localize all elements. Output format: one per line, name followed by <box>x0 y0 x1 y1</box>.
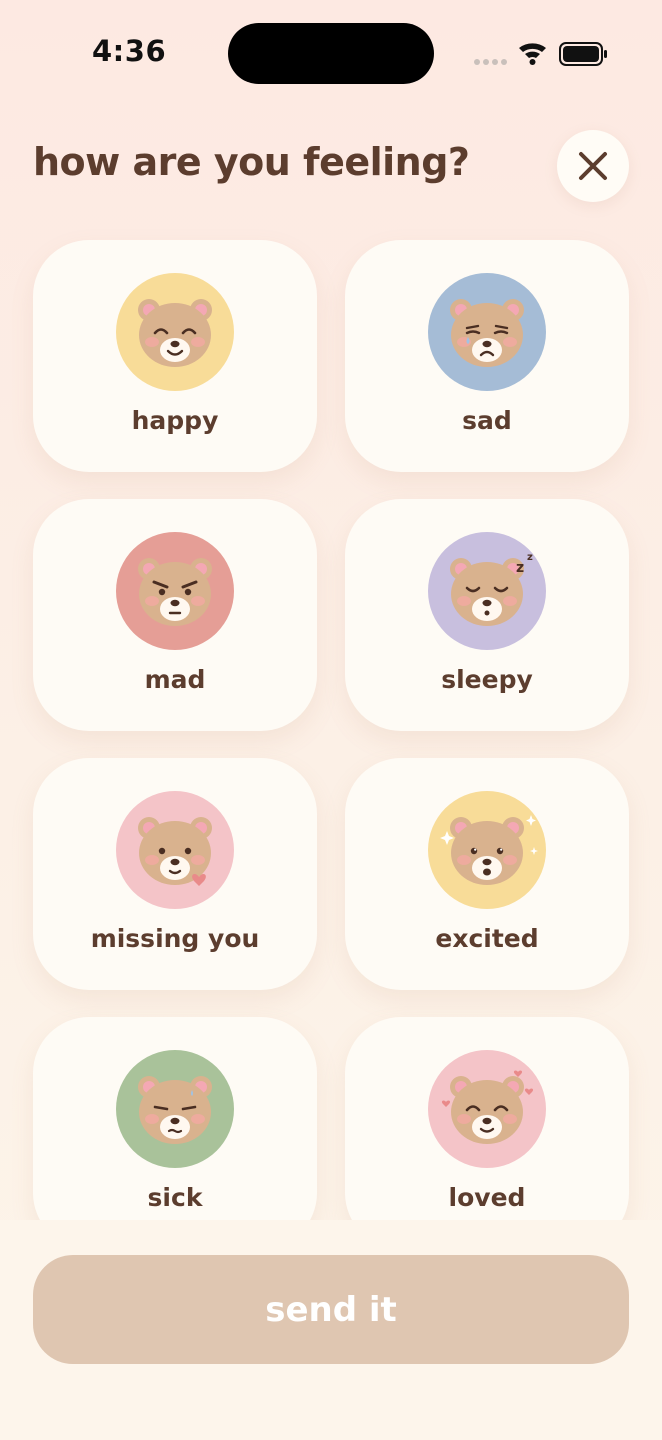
mood-label: missing you <box>90 924 260 953</box>
mood-card-excited[interactable]: excited <box>345 758 629 990</box>
svg-text:z: z <box>516 560 524 576</box>
mood-card-sick[interactable]: sick <box>33 1017 317 1220</box>
loved-bear-icon <box>428 1050 546 1168</box>
status-icons <box>474 42 607 66</box>
mood-card-mad[interactable]: mad <box>33 499 317 731</box>
mood-card-happy[interactable]: happy <box>33 240 317 472</box>
mood-card-loved[interactable]: loved <box>345 1017 629 1220</box>
bottom-panel: send it <box>0 1220 662 1440</box>
mood-grid: happy sad mad z z sleepy missing you excited sic… <box>33 240 629 1220</box>
status-bar: 4:36 <box>0 0 662 110</box>
mood-label: sleepy <box>441 665 533 694</box>
svg-text:z: z <box>527 552 533 563</box>
page-title: how are you feeling? <box>33 140 470 184</box>
mood-card-sad[interactable]: sad <box>345 240 629 472</box>
mood-label: sick <box>147 1183 203 1212</box>
mood-label: loved <box>448 1183 526 1212</box>
mood-card-missing-you[interactable]: missing you <box>33 758 317 990</box>
close-icon <box>579 152 607 180</box>
wifi-icon <box>519 43 546 65</box>
mood-label: mad <box>144 665 206 694</box>
mad-bear-icon <box>116 532 234 650</box>
cellular-signal-icon <box>474 59 507 65</box>
excited-bear-icon <box>428 791 546 909</box>
sick-bear-icon <box>116 1050 234 1168</box>
mood-card-sleepy[interactable]: z z sleepy <box>345 499 629 731</box>
close-button[interactable] <box>557 130 629 202</box>
mood-label: happy <box>131 406 219 435</box>
mood-label: sad <box>462 406 512 435</box>
dynamic-island <box>228 23 434 84</box>
happy-bear-icon <box>116 273 234 391</box>
missing-you-bear-icon <box>116 791 234 909</box>
sad-bear-icon <box>428 273 546 391</box>
mood-list[interactable]: happy sad mad z z sleepy missing you excited sic… <box>0 222 662 1220</box>
mood-label: excited <box>435 924 539 953</box>
battery-icon <box>559 42 607 66</box>
send-button[interactable]: send it <box>33 1255 629 1364</box>
sleepy-bear-icon: zz <box>428 532 546 650</box>
status-time: 4:36 <box>92 34 167 68</box>
